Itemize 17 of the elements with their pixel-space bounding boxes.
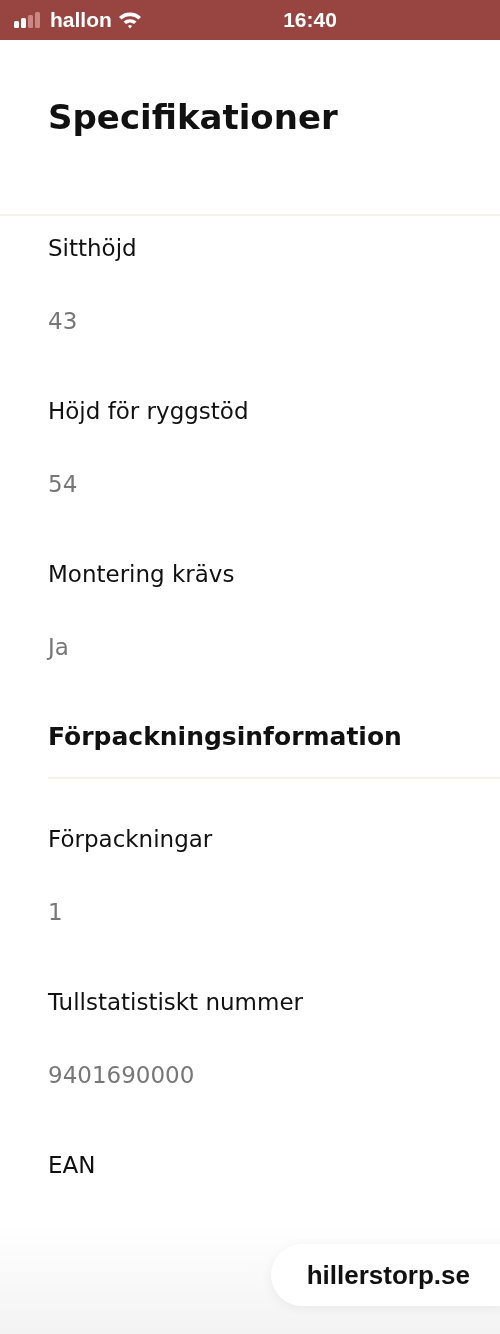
section-title: Förpackningsinformation bbox=[48, 721, 500, 779]
clock-time: 16:40 bbox=[282, 8, 338, 32]
spec-label: Tullstatistiskt nummer bbox=[48, 988, 304, 1017]
spec-label: Sitthöjd bbox=[48, 234, 138, 263]
spec-value: Ja bbox=[48, 633, 70, 662]
carrier-name: hallon bbox=[50, 8, 112, 32]
spec-value: 54 bbox=[48, 470, 79, 499]
spec-value: 9401690000 bbox=[48, 1061, 196, 1090]
spec-label: Montering krävs bbox=[48, 560, 236, 589]
wifi-icon bbox=[117, 11, 142, 29]
spec-label: Höjd för ryggstöd bbox=[48, 397, 250, 426]
page-title: Specifikationer bbox=[48, 97, 338, 137]
spec-value: 43 bbox=[48, 307, 79, 336]
site-address-pill[interactable]: hillerstorp.se bbox=[270, 1244, 500, 1306]
spec-label: EAN bbox=[48, 1151, 97, 1180]
spec-value: 1 bbox=[48, 898, 64, 927]
spec-label: Förpackningar bbox=[48, 825, 214, 854]
